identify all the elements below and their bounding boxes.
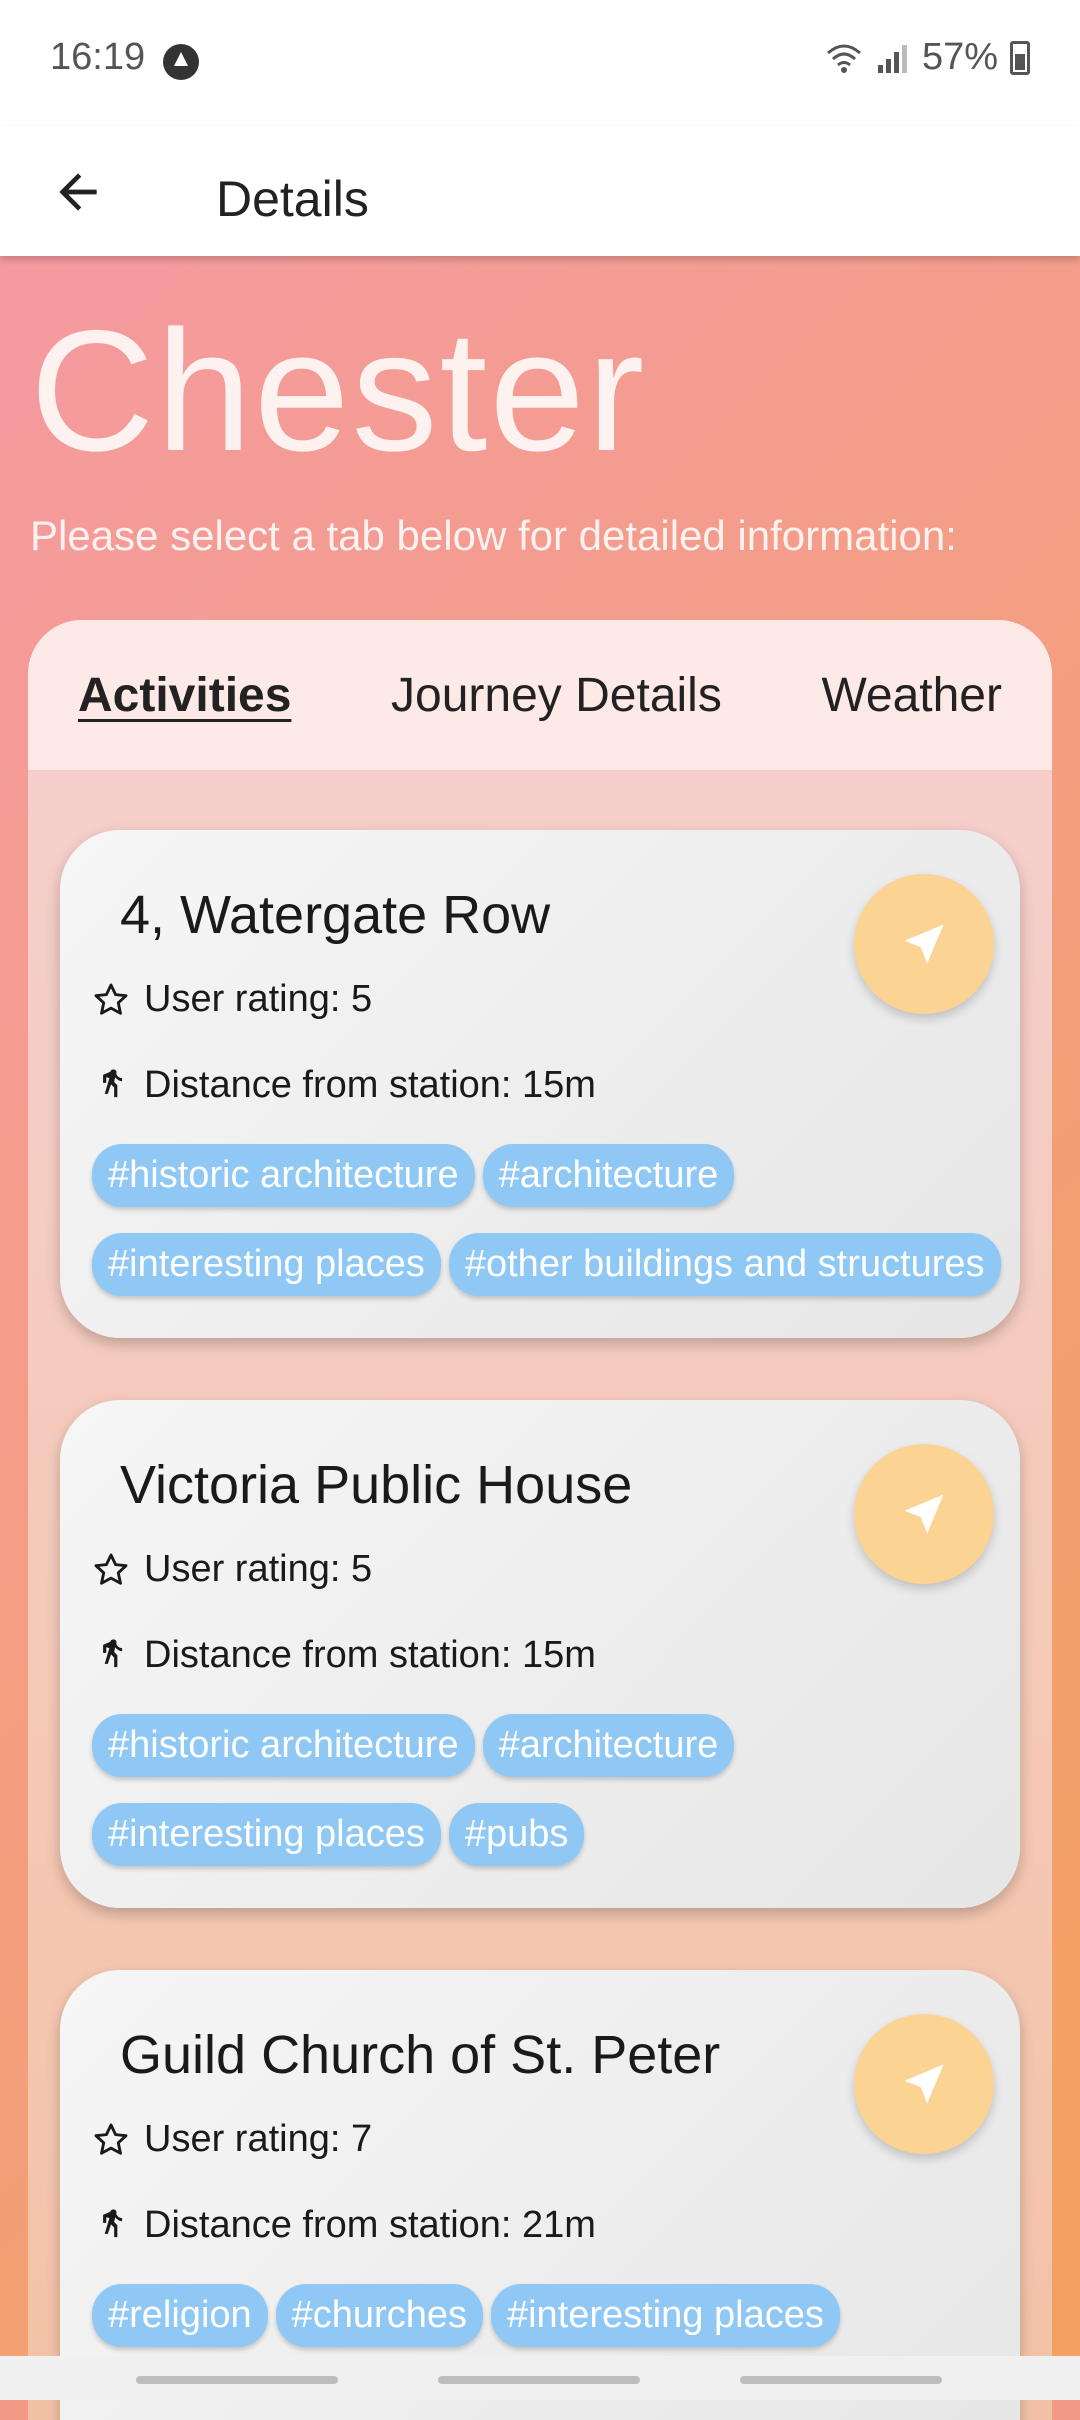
tab-weather[interactable]: Weather [821,668,1002,723]
city-title: Chester [30,295,647,487]
rating-row: User rating: 5 [92,978,372,1021]
rating-row: User rating: 7 [92,2118,372,2161]
navigation-icon [904,2064,944,2104]
tag-chip[interactable]: #architecture [482,1144,735,1207]
tab-journey-details[interactable]: Journey Details [391,668,722,723]
distance-row: Distance from station: 21m [92,2204,596,2247]
nav-back-handle[interactable] [740,2376,942,2384]
star-outline-icon [94,1553,128,1585]
signal-icon [877,44,907,73]
arrow-left-icon [59,173,97,211]
navigation-icon [904,1494,944,1534]
navigate-button[interactable] [854,2014,994,2154]
distance-text: Distance from station: 15m [144,1064,596,1106]
nav-home-handle[interactable] [438,2376,640,2384]
subtitle: Please select a tab below for detailed i… [30,512,957,559]
activity-card[interactable]: 4, Watergate Row User rating: 5 Distance… [60,830,1020,1338]
tag-chip[interactable]: #interesting places [92,1803,441,1866]
tab-bar: Activities Journey Details Weather [28,620,1052,770]
tag-chip[interactable]: #pubs [448,1803,585,1866]
navigate-button[interactable] [854,874,994,1014]
tag-chip[interactable]: #interesting places [92,1233,441,1296]
tab-panel: Activities Journey Details Weather 4, Wa… [28,620,1052,2420]
battery-level: 57% [921,36,998,78]
status-bar: 16:19 57% [0,0,1080,126]
system-nav-bar [0,2356,1080,2400]
activity-card[interactable]: Victoria Public House User rating: 5 Dis… [60,1400,1020,1908]
distance-row: Distance from station: 15m [92,1064,596,1107]
back-button[interactable] [40,154,116,230]
nav-recents-handle[interactable] [136,2376,338,2384]
tag-chip[interactable]: #other buildings and structures [448,1233,1001,1296]
walking-icon [103,2208,123,2237]
activity-title: Victoria Public House [120,1455,633,1515]
distance-row: Distance from station: 15m [92,1634,596,1677]
tag-chip[interactable]: #interesting places [490,2284,840,2347]
tag-chip[interactable]: #historic architecture [92,1144,475,1207]
activity-title: 4, Watergate Row [120,885,551,945]
status-time: 16:19 [50,36,146,78]
status-icons: 57% [824,36,1030,79]
tag-list: #historic architecture #architecture #in… [92,1144,1012,1296]
distance-text: Distance from station: 21m [144,2204,596,2246]
battery-icon [1010,40,1030,75]
rating-text: User rating: 5 [144,1548,373,1590]
distance-text: Distance from station: 15m [144,1634,596,1676]
tag-chip[interactable]: #churches [275,2284,483,2347]
walking-icon [103,1638,123,1667]
star-outline-icon [94,2123,128,2155]
tag-list: #historic architecture #architecture #in… [92,1714,1012,1866]
activity-title: Guild Church of St. Peter [120,2025,721,2085]
rating-text: User rating: 7 [144,2118,373,2160]
walking-icon [103,1068,123,1097]
tag-chip[interactable]: #historic architecture [92,1714,475,1777]
star-outline-icon [94,983,128,1015]
rating-row: User rating: 5 [92,1548,372,1591]
activity-card[interactable]: Guild Church of St. Peter User rating: 7… [60,1970,1020,2420]
notification-icon [163,44,199,80]
app-bar: Details [0,126,1080,256]
navigation-icon [904,924,944,964]
tab-activities[interactable]: Activities [78,668,291,723]
tag-chip[interactable]: #architecture [482,1714,735,1777]
tag-list: #religion #churches #interesting places [92,2284,1012,2347]
page-title: Details [216,171,369,227]
tag-chip[interactable]: #religion [92,2284,268,2347]
wifi-icon [826,44,861,73]
navigate-button[interactable] [854,1444,994,1584]
rating-text: User rating: 5 [144,978,373,1020]
details-hero: Chester Please select a tab below for de… [0,256,1080,2420]
